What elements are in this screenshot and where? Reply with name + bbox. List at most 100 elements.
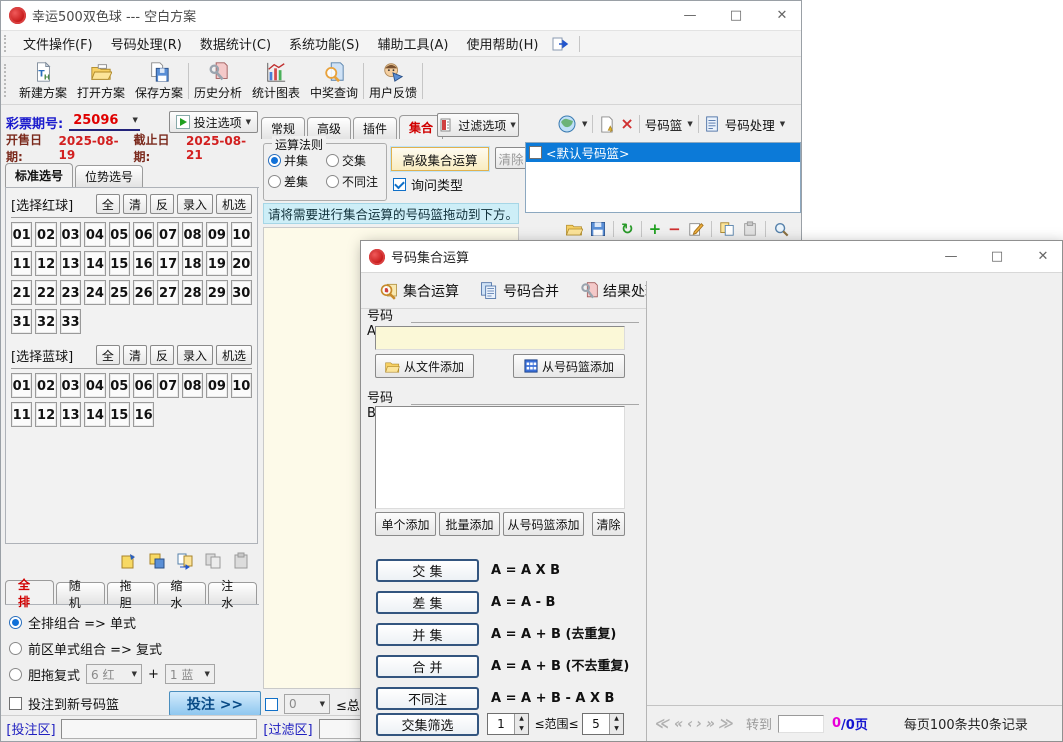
select-tab[interactable]: 标准选号 — [5, 163, 73, 187]
clear-b-button[interactable]: 清除 — [592, 512, 625, 536]
chevron-down-icon[interactable]: ▼ — [582, 121, 587, 128]
mode-tab[interactable]: 拖胆 — [107, 582, 156, 604]
globe-icon[interactable] — [557, 114, 577, 134]
menu-item[interactable]: 号码处理(R) — [102, 31, 191, 56]
mode-tab[interactable]: 全排 — [5, 580, 54, 604]
maximize-button[interactable]: □ — [727, 8, 745, 23]
basket-item-checkbox[interactable] — [529, 146, 542, 159]
radio-icon[interactable] — [9, 642, 22, 655]
red-ball-cell[interactable]: 11 — [11, 251, 32, 276]
range-max-spinner[interactable]: 5 ▲▼ — [582, 713, 624, 735]
number-merge-tab-button[interactable]: 号码合并 — [473, 278, 565, 304]
blue-action-button[interactable]: 清 — [123, 345, 147, 365]
red-ball-cell[interactable]: 05 — [109, 222, 130, 247]
user-feedback-button[interactable]: 用户反馈 — [364, 59, 422, 103]
total-filter-checkbox[interactable] — [265, 698, 278, 711]
red-ball-cell[interactable]: 15 — [109, 251, 130, 276]
intersect-filter-button[interactable]: 交集筛选 — [376, 713, 479, 736]
blue-action-button[interactable]: 反 — [150, 345, 174, 365]
history-analysis-button[interactable]: 历史分析 — [189, 59, 247, 103]
blue-ball-cell[interactable]: 14 — [84, 402, 105, 427]
red-action-button[interactable]: 清 — [123, 194, 147, 214]
red-action-button[interactable]: 反 — [150, 194, 174, 214]
blue-ball-cell[interactable]: 03 — [60, 373, 81, 398]
red-ball-cell[interactable]: 26 — [133, 280, 154, 305]
mode-option-single[interactable]: 前区单式组合 => 复式 — [9, 635, 257, 661]
menu-item[interactable]: 数据统计(C) — [191, 31, 280, 56]
open-plan-button[interactable]: 打开方案 — [72, 59, 130, 103]
goto-page-input[interactable] — [778, 715, 824, 733]
blue-ball-cell[interactable]: 02 — [35, 373, 56, 398]
red-ball-cell[interactable]: 33 — [60, 309, 81, 334]
blue-ball-cell[interactable]: 08 — [182, 373, 203, 398]
red-ball-cell[interactable]: 19 — [206, 251, 227, 276]
blue-action-button[interactable]: 全 — [96, 345, 120, 365]
blue-ball-cell[interactable]: 01 — [11, 373, 32, 398]
red-ball-cell[interactable]: 18 — [182, 251, 203, 276]
mode-option-dantuo[interactable]: 胆拖复式 6 红 ▼ + 1 蓝 ▼ — [9, 661, 257, 687]
filter-options-button[interactable]: 过滤选项 ▼ — [437, 113, 519, 137]
red-ball-cell[interactable]: 16 — [133, 251, 154, 276]
red-ball-cell[interactable]: 12 — [35, 251, 56, 276]
blue-ball-cell[interactable]: 13 — [60, 402, 81, 427]
mode-tab[interactable]: 缩水 — [157, 582, 206, 604]
close-button[interactable]: ✕ — [773, 8, 791, 23]
blue-ball-cell[interactable]: 09 — [206, 373, 227, 398]
blue-ball-cell[interactable]: 06 — [133, 373, 154, 398]
red-ball-cell[interactable]: 28 — [182, 280, 203, 305]
red-ball-cell[interactable]: 27 — [157, 280, 178, 305]
edit-icon[interactable] — [688, 221, 704, 237]
number-a-input[interactable] — [375, 326, 625, 350]
clear-set-button[interactable]: 清除 — [495, 147, 527, 169]
menu-item[interactable]: 系统功能(S) — [280, 31, 368, 56]
rule-radio-option[interactable]: 不同注 — [326, 173, 384, 190]
blue-action-button[interactable]: 机选 — [216, 345, 252, 365]
search-icon[interactable] — [773, 221, 789, 237]
red-ball-cell[interactable]: 14 — [84, 251, 105, 276]
basket-list-item-selected[interactable]: <默认号码篮> — [526, 143, 800, 162]
spin-down-icon[interactable]: ▼ — [515, 724, 528, 734]
red-ball-cell[interactable]: 03 — [60, 222, 81, 247]
merge-button[interactable]: 合 并 — [376, 655, 479, 678]
blue-ball-cell[interactable]: 04 — [84, 373, 105, 398]
red-ball-cell[interactable]: 09 — [206, 222, 227, 247]
dialog-maximize-button[interactable]: □ — [988, 249, 1006, 264]
number-b-listbox[interactable] — [375, 406, 625, 509]
minimize-button[interactable]: — — [681, 8, 699, 23]
new-plan-button[interactable]: TH 新建方案 — [14, 59, 72, 103]
red-ball-cell[interactable]: 20 — [231, 251, 252, 276]
menu-item[interactable]: 文件操作(F) — [14, 31, 102, 56]
result-area[interactable] — [647, 281, 1062, 705]
mode-option-full[interactable]: 全排组合 => 单式 — [9, 609, 257, 635]
page-nav-icon[interactable]: ≫ — [716, 716, 738, 732]
radio-icon[interactable] — [9, 668, 22, 681]
refresh-icon[interactable]: ↻ — [621, 222, 634, 237]
paste-note-icon[interactable] — [120, 552, 138, 570]
blue-ball-cell[interactable]: 05 — [109, 373, 130, 398]
set-operation-tab-button[interactable]: 集合运算 — [373, 278, 465, 304]
new-basket-icon[interactable] — [598, 116, 615, 133]
blue-ball-cell[interactable]: 15 — [109, 402, 130, 427]
red-ball-cell[interactable]: 07 — [157, 222, 178, 247]
mode-tab[interactable]: 随机 — [56, 582, 105, 604]
red-ball-cell[interactable]: 31 — [11, 309, 32, 334]
copy-icon[interactable] — [719, 221, 735, 237]
basket-menu-button[interactable]: 号码篮 — [645, 115, 683, 134]
save-icon[interactable] — [590, 221, 606, 237]
menu-item[interactable]: 辅助工具(A) — [368, 31, 457, 56]
intersect-button[interactable]: 交 集 — [376, 559, 479, 582]
red-ball-cell[interactable]: 17 — [157, 251, 178, 276]
red-ball-cell[interactable]: 24 — [84, 280, 105, 305]
ask-type-checkbox[interactable] — [393, 178, 406, 191]
issue-combobox[interactable]: 25096 ▼ — [69, 113, 140, 131]
red-ball-cell[interactable]: 13 — [60, 251, 81, 276]
blue-action-button[interactable]: 录入 — [177, 345, 213, 365]
bet-button[interactable]: 投注 >> — [169, 691, 261, 716]
add-batch-button[interactable]: 批量添加 — [439, 512, 500, 536]
red-action-button[interactable]: 全 — [96, 194, 120, 214]
delete-basket-icon[interactable]: × — [620, 116, 633, 132]
chevron-down-icon[interactable]: ▼ — [687, 121, 692, 128]
add-single-button[interactable]: 单个添加 — [375, 512, 436, 536]
radio-icon[interactable] — [268, 154, 281, 167]
red-ball-cell[interactable]: 23 — [60, 280, 81, 305]
